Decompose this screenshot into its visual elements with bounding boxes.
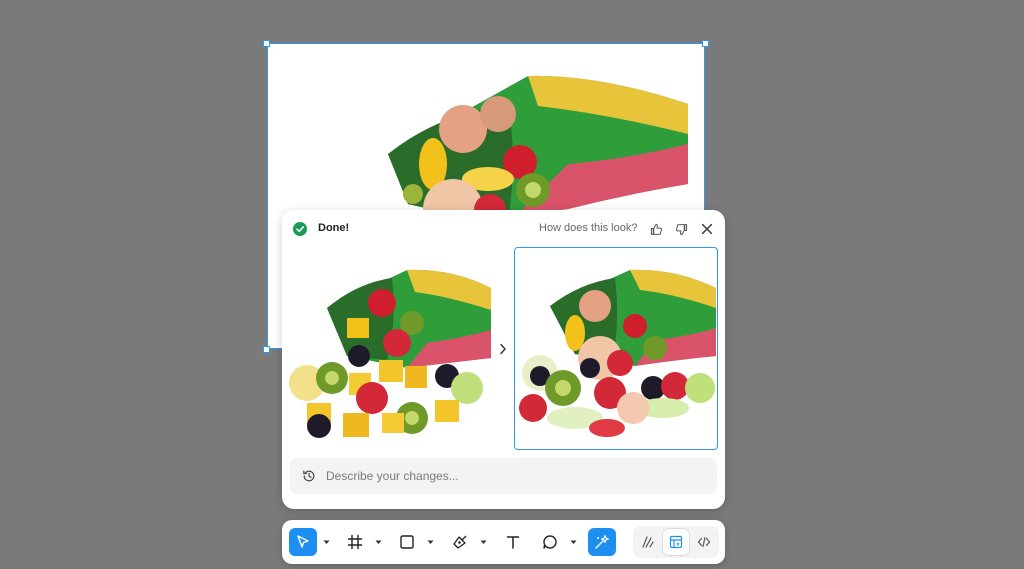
panel-header: Done! How does this look? — [282, 210, 725, 248]
resize-handle-bottom-left[interactable] — [263, 346, 270, 353]
close-button[interactable] — [697, 219, 717, 239]
pen-tool-button[interactable] — [446, 528, 474, 556]
dev-mode-button[interactable] — [691, 529, 717, 555]
pen-icon — [453, 535, 467, 549]
shape-tool-menu-caret[interactable] — [426, 536, 434, 548]
chevron-down-icon — [570, 540, 576, 544]
history-button[interactable] — [298, 465, 320, 487]
chevron-down-icon — [375, 540, 381, 544]
frame-tool-button[interactable] — [341, 528, 369, 556]
cursor-icon — [297, 535, 309, 548]
thumbs-down-button[interactable] — [671, 219, 691, 239]
fruit-bag-image-variant-2 — [515, 248, 716, 448]
bottom-toolbar — [282, 520, 725, 564]
next-result-button[interactable] — [496, 341, 510, 357]
move-tool-button[interactable] — [289, 528, 317, 556]
comment-icon — [543, 535, 557, 549]
chevron-down-icon — [323, 540, 329, 544]
shape-tool-button[interactable] — [393, 528, 421, 556]
design-mode-button[interactable] — [663, 529, 689, 555]
text-tool-button[interactable] — [499, 528, 527, 556]
comment-tool-button[interactable] — [536, 528, 564, 556]
chevron-down-icon — [480, 540, 486, 544]
prompt-bar — [290, 458, 717, 494]
history-icon — [303, 470, 315, 482]
design-mode-icon — [669, 535, 683, 549]
dev-mode-icon — [697, 536, 711, 548]
chevron-down-icon — [427, 540, 433, 544]
text-icon — [506, 536, 520, 549]
comment-tool-menu-caret[interactable] — [569, 536, 577, 548]
ai-edit-result-panel: Done! How does this look? — [282, 210, 725, 509]
thumbs-up-button[interactable] — [646, 219, 666, 239]
draw-mode-icon — [642, 536, 654, 548]
describe-changes-input[interactable] — [326, 466, 706, 486]
move-tool-menu-caret[interactable] — [322, 536, 330, 548]
result-thumbnail-1[interactable] — [287, 248, 491, 450]
ai-sparkle-icon — [595, 534, 610, 549]
pen-tool-menu-caret[interactable] — [479, 536, 487, 548]
rectangle-icon — [400, 535, 414, 549]
close-icon — [701, 223, 713, 235]
status-label: Done! — [318, 222, 350, 234]
mode-switcher — [633, 526, 719, 558]
thumbs-up-icon — [650, 223, 662, 235]
resize-handle-top-left[interactable] — [263, 40, 270, 47]
check-circle-icon — [293, 222, 307, 236]
thumbs-down-icon — [675, 223, 687, 235]
chevron-right-icon — [500, 343, 506, 355]
resize-handle-top-right[interactable] — [702, 40, 709, 47]
frame-icon — [347, 534, 363, 550]
result-thumbnail-2[interactable] — [514, 247, 718, 450]
ai-tool-button[interactable] — [588, 528, 616, 556]
draw-mode-button[interactable] — [635, 529, 661, 555]
fruit-bag-image-variant-1 — [287, 248, 491, 450]
frame-tool-menu-caret[interactable] — [374, 536, 382, 548]
feedback-prompt: How does this look? — [539, 222, 638, 234]
